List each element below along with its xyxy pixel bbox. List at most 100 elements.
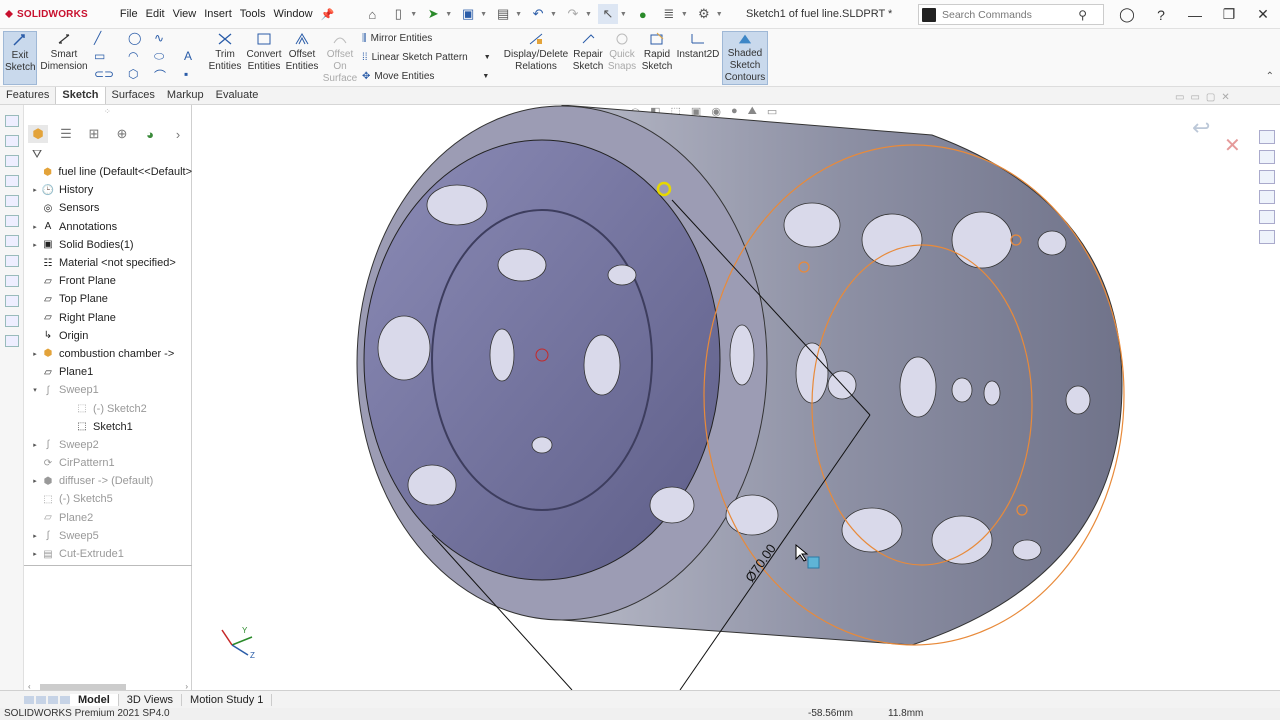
- instant2d-button[interactable]: Instant2D: [676, 31, 720, 61]
- search-commands-box[interactable]: Search Commands ⚲: [918, 4, 1104, 25]
- sketch-tool-icon[interactable]: [5, 295, 19, 307]
- text-icon[interactable]: A: [184, 49, 192, 63]
- chevron-down-icon[interactable]: ▼: [445, 11, 452, 18]
- chevron-down-icon[interactable]: ▼: [480, 11, 487, 18]
- fillet-icon[interactable]: ⌒: [154, 67, 166, 84]
- restore-button[interactable]: ❐: [1212, 6, 1246, 23]
- repair-sketch-button[interactable]: Repair Sketch: [570, 31, 606, 73]
- configuration-manager-tab-icon[interactable]: ⊞: [84, 125, 104, 143]
- tree-item[interactable]: ▸ A Annotations: [24, 218, 192, 236]
- file-explorer-icon[interactable]: [1259, 170, 1275, 184]
- rectangle-icon[interactable]: ▭: [94, 49, 105, 63]
- slot-icon[interactable]: ⊂⊃: [94, 67, 114, 81]
- collapse-ribbon-icon[interactable]: ⌃: [1266, 71, 1274, 82]
- display-delete-relations-button[interactable]: Display/Delete Relations: [502, 31, 570, 73]
- expand-icon[interactable]: ▸: [30, 532, 40, 540]
- chevron-down-icon[interactable]: ▼: [515, 11, 522, 18]
- graphics-area[interactable]: ⌕ ⌕ ⤺ ◧ ⬚ ▣ ◉ ● ⛰ ▭: [192, 105, 1254, 690]
- view-palette-icon[interactable]: [1259, 190, 1275, 204]
- pin-icon[interactable]: 📌: [321, 8, 335, 21]
- viewport-restore-icon[interactable]: ▭: [1190, 92, 1199, 103]
- tab-surfaces[interactable]: Surfaces: [106, 87, 161, 104]
- tree-item[interactable]: ⟳ CirPattern1: [24, 454, 192, 472]
- close-button[interactable]: ✕: [1246, 6, 1280, 23]
- sketch-tool-icon[interactable]: [5, 335, 19, 347]
- filter-icon[interactable]: ⛛: [32, 147, 46, 161]
- home-icon[interactable]: ⌂: [362, 4, 382, 24]
- search-icon[interactable]: ⚲: [1078, 8, 1087, 22]
- chevron-down-icon[interactable]: ▼: [716, 11, 723, 18]
- chevron-down-icon[interactable]: ▼: [410, 11, 417, 18]
- move-entities-button[interactable]: ✥ Move Entities ▼: [362, 71, 489, 82]
- sketch-tool-icon[interactable]: [5, 135, 19, 147]
- design-library-icon[interactable]: [1259, 150, 1275, 164]
- appearances-icon[interactable]: [1259, 210, 1275, 224]
- select-icon[interactable]: ↖: [597, 4, 618, 24]
- exit-sketch-button[interactable]: Exit Sketch: [3, 31, 37, 85]
- panel-grip-icon[interactable]: ⁘: [104, 107, 111, 116]
- point-icon[interactable]: ▪: [184, 67, 188, 81]
- chevron-down-icon[interactable]: ▼: [550, 11, 557, 18]
- linear-sketch-pattern-button[interactable]: ⁞⁞ Linear Sketch Pattern ▼: [362, 52, 491, 63]
- print-icon[interactable]: ▤: [493, 4, 513, 24]
- sketch-tool-icon[interactable]: [5, 195, 19, 207]
- chevron-down-icon[interactable]: ▼: [484, 54, 491, 61]
- tree-item[interactable]: ▱ Plane1: [24, 363, 192, 381]
- viewport-close-icon[interactable]: ✕: [1221, 92, 1229, 103]
- chevron-right-icon[interactable]: ›: [168, 125, 188, 143]
- expand-icon[interactable]: ▾: [30, 386, 40, 394]
- rebuild-icon[interactable]: ●: [633, 4, 653, 24]
- options-icon[interactable]: ⚙: [694, 4, 714, 24]
- next-tab-icon[interactable]: [48, 695, 58, 704]
- custom-properties-icon[interactable]: [1259, 230, 1275, 244]
- tree-item[interactable]: ▸ ∫ Sweep2: [24, 436, 192, 454]
- spline-icon[interactable]: ∿: [154, 31, 164, 45]
- sketch-tool-icon[interactable]: [5, 175, 19, 187]
- solidworks-resources-icon[interactable]: [1259, 130, 1275, 144]
- tree-item[interactable]: ▱ Front Plane: [24, 272, 192, 290]
- polygon-icon[interactable]: ⬡: [128, 67, 138, 81]
- chevron-down-icon[interactable]: ▼: [620, 11, 627, 18]
- line-icon[interactable]: ╱: [94, 31, 101, 45]
- tab-markup[interactable]: Markup: [161, 87, 210, 104]
- tab-features[interactable]: Features: [0, 87, 55, 104]
- sketch-tool-icon[interactable]: [5, 215, 19, 227]
- dimxpert-tab-icon[interactable]: ⊕: [112, 125, 132, 143]
- tree-item[interactable]: ⬢ fuel line (Default<<Default>: [24, 163, 192, 181]
- tree-item[interactable]: ◎ Sensors: [24, 199, 192, 217]
- circle-icon[interactable]: ◯: [128, 31, 141, 45]
- save-icon[interactable]: ▣: [458, 4, 478, 24]
- first-tab-icon[interactable]: [24, 695, 34, 704]
- tab-sketch[interactable]: Sketch: [55, 87, 106, 104]
- sketch-tool-icon[interactable]: [5, 255, 19, 267]
- undo-icon[interactable]: ↶: [528, 4, 548, 24]
- expand-icon[interactable]: ▸: [30, 550, 40, 558]
- property-manager-tab-icon[interactable]: ☰: [56, 125, 76, 143]
- sketch-tool-icon[interactable]: [5, 115, 19, 127]
- feature-manager-tab-icon[interactable]: ⬢: [28, 125, 48, 143]
- tree-item[interactable]: ▸ ⬢ combustion chamber ->: [24, 345, 192, 363]
- offset-on-surface-button[interactable]: Offset On Surface: [321, 31, 359, 85]
- mirror-entities-button[interactable]: ⫼ Mirror Entities: [362, 33, 432, 44]
- new-document-icon[interactable]: ▯: [388, 4, 408, 24]
- tree-item[interactable]: ▱ Plane2: [24, 509, 192, 527]
- tab-3d-views[interactable]: 3D Views: [119, 693, 183, 706]
- file-properties-icon[interactable]: ≣: [659, 4, 679, 24]
- expand-icon[interactable]: ▸: [30, 441, 40, 449]
- tree-item[interactable]: ▸ ▣ Solid Bodies(1): [24, 236, 192, 254]
- chevron-down-icon[interactable]: ▼: [482, 73, 489, 80]
- part-model[interactable]: Ø70.00 Y Z: [192, 105, 1254, 690]
- menu-edit[interactable]: Edit: [146, 8, 165, 21]
- menu-file[interactable]: File: [120, 8, 138, 21]
- search-input[interactable]: Search Commands: [942, 9, 1032, 21]
- exit-sketch-corner-icon[interactable]: ↩: [1192, 115, 1210, 141]
- ellipse-icon[interactable]: ⬭: [154, 49, 164, 64]
- menu-view[interactable]: View: [173, 8, 197, 21]
- trim-entities-button[interactable]: Trim Entities: [205, 31, 245, 73]
- tree-item[interactable]: ▸ ∫ Sweep5: [24, 527, 192, 545]
- tree-item[interactable]: ⬚ Sketch1: [24, 418, 192, 436]
- tree-item[interactable]: ▸ 🕒 History: [24, 181, 192, 199]
- tab-motion-study[interactable]: Motion Study 1: [182, 693, 273, 706]
- arc-icon[interactable]: ◠: [128, 49, 138, 63]
- smart-dimension-button[interactable]: Smart Dimension: [38, 31, 90, 73]
